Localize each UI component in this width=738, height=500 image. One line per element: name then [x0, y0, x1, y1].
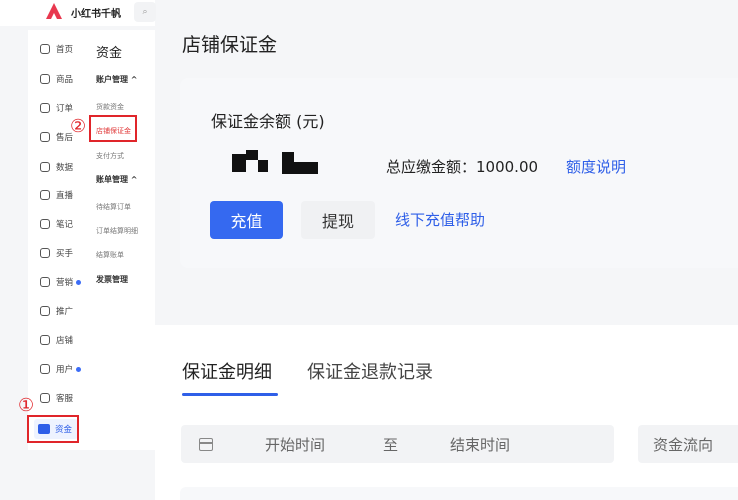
total-due-amount: 总应缴金额：1000.00	[386, 158, 539, 176]
order-icon	[40, 103, 50, 113]
brand-bar: 小红书千帆 ⌕	[0, 0, 156, 26]
results-area	[180, 487, 738, 500]
nav-item[interactable]: 推广	[40, 302, 73, 320]
end-time-input[interactable]: 结束时间	[450, 434, 510, 455]
nav-item[interactable]: 数据	[40, 158, 73, 176]
nav-item[interactable]: 直播	[40, 186, 73, 204]
note-icon	[40, 219, 50, 229]
nav-item[interactable]: 首页	[40, 40, 73, 58]
nav-item[interactable]: 笔记	[40, 215, 73, 233]
buyer-icon	[40, 248, 50, 258]
nav-item-label: 直播	[56, 191, 74, 201]
product-icon	[40, 74, 50, 84]
sub-nav-group-account[interactable]: 账户管理 ^	[96, 74, 138, 85]
offline-recharge-help-link[interactable]: 线下充值帮助	[395, 209, 485, 230]
notification-dot	[76, 366, 82, 372]
nav-item[interactable]: 订单	[40, 99, 73, 117]
nav-item-label: 用户	[56, 365, 74, 375]
deposit-balance-label: 保证金余额 (元)	[211, 112, 325, 131]
sub-nav-link-settlement-details[interactable]: 订单结算明细	[96, 226, 138, 236]
sub-nav-title: 资金	[96, 46, 123, 61]
nav-item-label: 订单	[56, 104, 74, 114]
nav-item-label: 商品	[56, 75, 74, 85]
sub-nav-group-invoices[interactable]: 发票管理	[96, 274, 128, 285]
active-tab-indicator	[182, 393, 278, 396]
xiaohongshu-logo-icon	[46, 3, 62, 19]
deposit-detail-card	[155, 325, 738, 500]
date-range-separator: 至	[383, 436, 399, 454]
search-icon[interactable]: ⌕	[134, 2, 156, 22]
promotion-icon	[40, 306, 50, 316]
main-nav	[28, 30, 86, 450]
start-time-input[interactable]: 开始时间	[265, 434, 325, 455]
service-icon	[40, 393, 50, 403]
nav-item-label: 客服	[56, 394, 74, 404]
store-icon	[40, 335, 50, 345]
annotation-box-funds	[27, 415, 79, 443]
nav-item-label: 买手	[56, 249, 74, 259]
annotation-box-store-deposit	[89, 115, 137, 142]
nav-item-label: 营销	[56, 278, 74, 288]
nav-item-label: 首页	[56, 45, 74, 55]
sub-nav-link-payment-method[interactable]: 支付方式	[96, 151, 124, 161]
sub-nav-group-bills[interactable]: 账单管理 ^	[96, 174, 138, 185]
nav-item-label: 数据	[56, 163, 74, 173]
nav-item-label: 推广	[56, 307, 74, 317]
marketing-icon	[40, 277, 50, 287]
nav-item[interactable]: 商品	[40, 70, 73, 88]
sub-nav-link-settlement-bills[interactable]: 结算账单	[96, 250, 124, 260]
nav-item-label: 店铺	[56, 336, 74, 346]
fund-flow-label[interactable]: 资金流向	[653, 434, 713, 455]
data-icon	[40, 162, 50, 172]
sub-nav-link-pending-orders[interactable]: 待结算订单	[96, 202, 131, 212]
nav-item[interactable]: 客服	[40, 389, 73, 407]
recharge-button[interactable]: 充值	[210, 201, 283, 239]
brand-name: 小红书千帆	[71, 9, 121, 20]
nav-item-label: 笔记	[56, 220, 74, 230]
user-icon	[40, 364, 50, 374]
home-icon	[40, 44, 50, 54]
nav-item[interactable]: 店铺	[40, 331, 73, 349]
nav-item[interactable]: 营销	[40, 273, 82, 291]
tab-deposit-details[interactable]: 保证金明细	[182, 358, 272, 384]
sub-nav-link-goods-funds[interactable]: 货款资金	[96, 102, 124, 112]
page-title: 店铺保证金	[182, 34, 278, 56]
withdraw-button[interactable]: 提现	[301, 201, 375, 239]
nav-item[interactable]: 买手	[40, 244, 73, 262]
quota-info-link[interactable]: 额度说明	[566, 156, 626, 177]
live-icon	[40, 190, 50, 200]
tab-refund-records[interactable]: 保证金退款记录	[307, 358, 433, 384]
sub-nav	[86, 30, 155, 450]
nav-item[interactable]: 售后	[40, 128, 73, 146]
nav-item[interactable]: 用户	[40, 360, 82, 378]
notification-dot	[76, 279, 82, 285]
annotation-number-two: ②	[70, 116, 87, 137]
calendar-icon	[199, 438, 213, 451]
annotation-number-one: ①	[18, 395, 35, 416]
after-sale-icon	[40, 132, 50, 142]
